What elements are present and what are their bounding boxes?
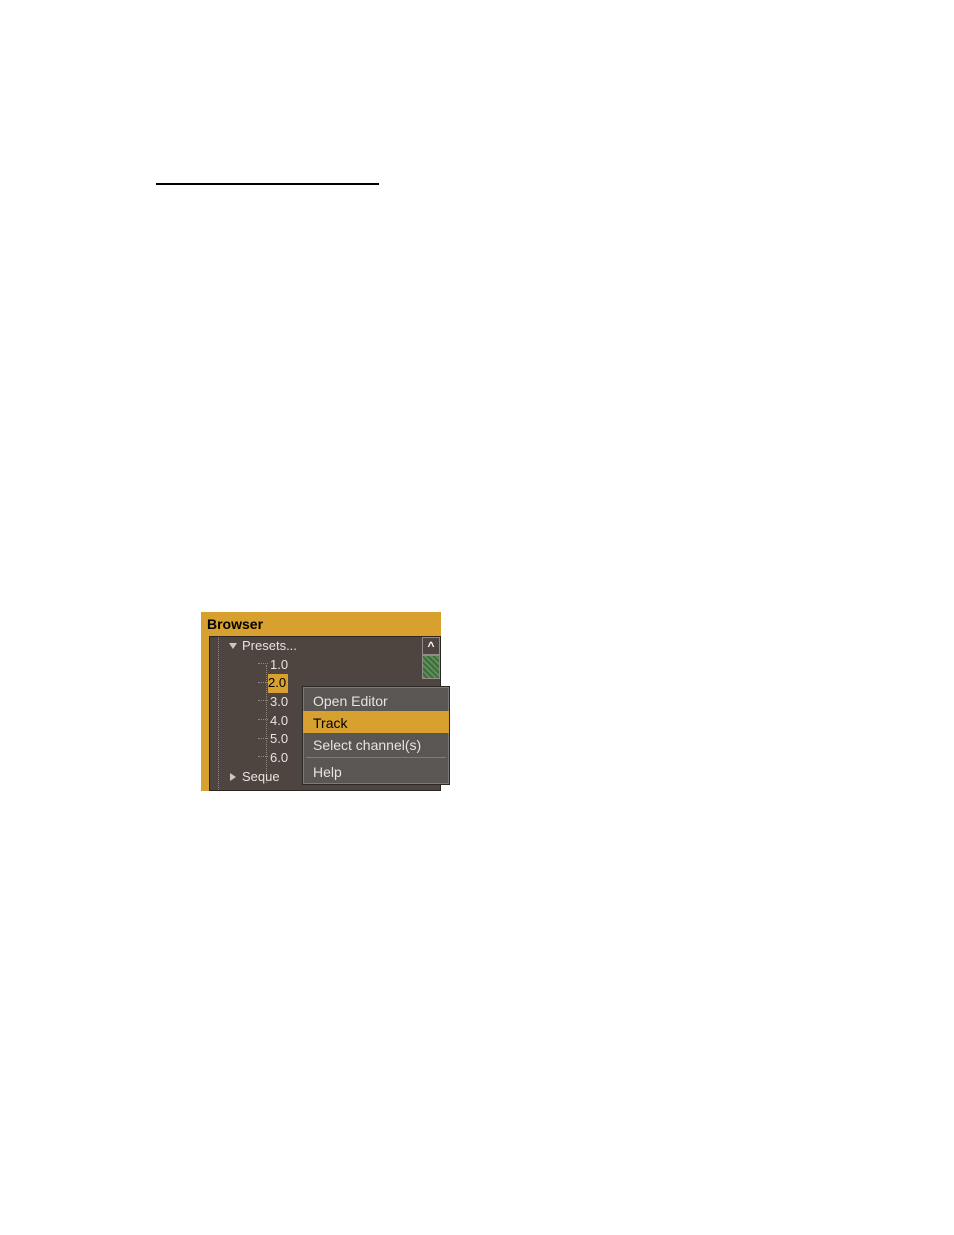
menu-item-label: Select channel(s) [313, 737, 421, 753]
tree-connector [258, 663, 268, 664]
tree-connector [258, 756, 268, 757]
tree-item-label: Presets... [240, 637, 297, 656]
tree-item-label: 1.0 [268, 656, 288, 675]
menu-item-open-editor[interactable]: Open Editor [303, 689, 449, 711]
menu-item-select-channels[interactable]: Select channel(s) [303, 733, 449, 755]
tree-item-label: Seque [240, 768, 280, 787]
tree-connector [258, 738, 268, 739]
context-menu[interactable]: Open Editor Track Select channel(s) Help [302, 686, 450, 785]
menu-separator [306, 757, 446, 758]
menu-item-help[interactable]: Help [303, 760, 449, 782]
triangle-right-icon[interactable] [228, 772, 238, 782]
tree-item[interactable]: 1.0 [210, 656, 422, 675]
browser-panel-title: Browser [201, 612, 441, 636]
page: Browser Presets... [0, 0, 954, 1235]
menu-item-label: Track [313, 715, 347, 731]
horizontal-rule [156, 183, 379, 185]
tree-item-label: 6.0 [268, 749, 288, 768]
caret-up-icon: ^ [427, 640, 434, 652]
tree-item-label: 4.0 [268, 712, 288, 731]
triangle-down-icon[interactable] [228, 641, 238, 651]
tree-item-label: 5.0 [268, 730, 288, 749]
scrollbar-thumb[interactable] [422, 655, 440, 679]
menu-item-track[interactable]: Track [303, 711, 449, 733]
tree-connector [258, 719, 268, 720]
menu-item-label: Help [313, 764, 342, 780]
tree-connector [258, 682, 268, 683]
menu-item-label: Open Editor [313, 693, 388, 709]
browser-title-text: Browser [207, 616, 263, 632]
tree-connector [258, 700, 268, 701]
scroll-up-button[interactable]: ^ [422, 637, 440, 655]
tree-item-presets[interactable]: Presets... [210, 637, 422, 656]
tree-item-label: 2.0 [268, 674, 288, 693]
tree-item-label: 3.0 [268, 693, 288, 712]
